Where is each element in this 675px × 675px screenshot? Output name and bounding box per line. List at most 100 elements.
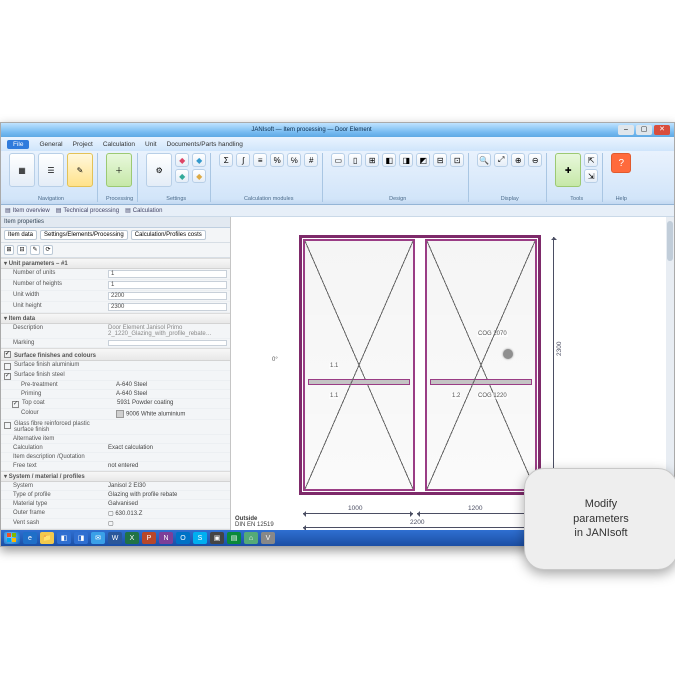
taskbar-app-icon[interactable]: e — [23, 532, 37, 544]
menu-general[interactable]: General — [39, 141, 62, 148]
breadcrumb-item[interactable]: ▤ Calculation — [125, 207, 162, 214]
ribbon-design-icon[interactable]: ◩ — [416, 153, 430, 167]
ribbon-item-overview-icon[interactable]: ▦ — [9, 153, 35, 187]
door-leaf-left[interactable]: 1.1 1.1 — [303, 239, 415, 491]
panel-tab[interactable]: Item data — [4, 230, 37, 240]
prop-value[interactable]: 9006 White aluminium — [116, 410, 227, 418]
panel-tab[interactable]: Calculation/Profiles costs — [131, 230, 206, 240]
menu-calculation[interactable]: Calculation — [103, 141, 135, 148]
ribbon-group-label: Design — [331, 195, 464, 202]
prop-value[interactable]: 2300 — [108, 303, 227, 311]
panel-tab[interactable]: Settings/Elements/Processing — [40, 230, 128, 240]
ribbon-tool-icon[interactable]: ✚ — [555, 153, 581, 187]
prop-value[interactable]: 1 — [108, 281, 227, 289]
section-item-data[interactable]: ▾ Item data — [1, 313, 230, 324]
taskbar-app-icon[interactable]: O — [176, 532, 190, 544]
ribbon-design-icon[interactable]: ▯ — [348, 153, 362, 167]
prop-value[interactable]: not entered — [108, 463, 227, 469]
taskbar-app-icon[interactable]: ✉ — [91, 532, 105, 544]
prop-value[interactable]: ▢ — [108, 520, 227, 527]
panel-tool-icon[interactable]: ⊞ — [4, 245, 14, 255]
menu-documents[interactable]: Documents/Parts handling — [167, 141, 243, 148]
checkbox-icon[interactable] — [4, 422, 11, 429]
ribbon-design-icon[interactable]: ⊡ — [450, 153, 464, 167]
collapse-icon: ▾ — [4, 474, 7, 480]
taskbar-app-icon[interactable]: S — [193, 532, 207, 544]
ribbon-cluster-icon[interactable]: ◆ — [192, 153, 206, 167]
panel-tool-icon[interactable]: ⟳ — [43, 245, 53, 255]
panel-tool-icon[interactable]: ⊟ — [17, 245, 27, 255]
prop-value[interactable]: Galvanised — [108, 501, 227, 507]
section-system[interactable]: ▾ System / material / profiles — [1, 471, 230, 482]
glass-label: 1.1 — [329, 363, 339, 369]
taskbar-app-icon[interactable]: V — [261, 532, 275, 544]
ribbon-calc-icon[interactable]: # — [304, 153, 318, 167]
document-icon: ▤ — [56, 207, 62, 214]
breadcrumb-item[interactable]: ▤ Technical processing — [56, 207, 119, 214]
taskbar-app-icon[interactable]: ▤ — [227, 532, 241, 544]
prop-value[interactable]: Glazing with profile rebate — [108, 492, 227, 498]
ribbon-settings-icon[interactable]: ⚙ — [146, 153, 172, 187]
prop-value[interactable]: A-640 Steel — [116, 391, 227, 397]
ribbon-tool-icon[interactable]: ⇲ — [584, 169, 598, 183]
ribbon-new-item-icon[interactable]: ＋ — [106, 153, 132, 187]
prop-value[interactable]: Exact calculation — [108, 445, 227, 451]
minimize-button[interactable]: – — [618, 125, 634, 135]
close-button[interactable]: ✕ — [654, 125, 670, 135]
checkbox-icon[interactable] — [4, 373, 11, 380]
checkbox-icon[interactable] — [4, 351, 11, 358]
prop-value[interactable] — [108, 340, 227, 346]
ribbon-design-icon[interactable]: ◨ — [399, 153, 413, 167]
breadcrumb-item[interactable]: ▤ Item overview — [5, 207, 50, 214]
section-unit-parameters[interactable]: ▾ Unit parameters – #1 — [1, 258, 230, 269]
ribbon-display-icon[interactable]: ⊖ — [528, 153, 542, 167]
ribbon-design-icon[interactable]: ◧ — [382, 153, 396, 167]
ribbon-design-icon[interactable]: ⊟ — [433, 153, 447, 167]
taskbar-app-icon[interactable]: N — [159, 532, 173, 544]
taskbar-app-icon[interactable]: ◨ — [74, 532, 88, 544]
panel-tool-icon[interactable]: ✎ — [30, 245, 40, 255]
ribbon-item-processing-icon[interactable]: ✎ — [67, 153, 93, 187]
ribbon-tool-icon[interactable]: ⇱ — [584, 153, 598, 167]
scrollbar-thumb[interactable] — [667, 221, 673, 261]
ribbon-calc-icon[interactable]: ≡ — [253, 153, 267, 167]
ribbon-calc-icon[interactable]: ∫ — [236, 153, 250, 167]
taskbar-app-icon[interactable]: X — [125, 532, 139, 544]
start-button[interactable] — [4, 532, 20, 544]
checkbox-icon[interactable] — [4, 363, 11, 370]
prop-value[interactable]: A-640 Steel — [116, 382, 227, 388]
ribbon-calc-icon[interactable]: Σ — [219, 153, 233, 167]
ribbon-display-icon[interactable]: 🔍 — [477, 153, 491, 167]
checkbox-icon[interactable] — [12, 401, 19, 408]
prop-value[interactable]: 1 — [108, 270, 227, 278]
ribbon-calc-icon[interactable]: ℅ — [287, 153, 301, 167]
ribbon-design-icon[interactable]: ⊞ — [365, 153, 379, 167]
menu-unit[interactable]: Unit — [145, 141, 157, 148]
ribbon-cluster-icon[interactable]: ◆ — [175, 169, 189, 183]
taskbar-app-icon[interactable]: W — [108, 532, 122, 544]
section-surface[interactable]: Surface finishes and colours — [1, 348, 230, 361]
door-leaf-right[interactable]: COG 2070 COG 1220 1.2 — [425, 239, 537, 491]
maximize-button[interactable]: ▢ — [636, 125, 652, 135]
ribbon-display-icon[interactable]: ⊕ — [511, 153, 525, 167]
taskbar-app-icon[interactable]: ◧ — [57, 532, 71, 544]
taskbar-app-icon[interactable]: P — [142, 532, 156, 544]
prop-value[interactable]: 5931 Powder coating — [117, 400, 227, 407]
menu-project[interactable]: Project — [73, 141, 93, 148]
ribbon-cluster-icon[interactable]: ◆ — [175, 153, 189, 167]
taskbar-app-icon[interactable]: 📁 — [40, 532, 54, 544]
door-handle — [503, 349, 513, 359]
ribbon-cluster-icon[interactable]: ◆ — [192, 169, 206, 183]
prop-value[interactable]: 2200 — [108, 292, 227, 300]
taskbar-app-icon[interactable]: ⌂ — [244, 532, 258, 544]
ribbon-item-list-icon[interactable]: ☰ — [38, 153, 64, 187]
door-drawing[interactable]: 1.1 1.1 COG 2070 COG 1220 1.2 — [299, 235, 541, 495]
prop-value[interactable]: Janisol 2 EI30 — [108, 483, 227, 489]
ribbon-design-icon[interactable]: ▭ — [331, 153, 345, 167]
prop-value[interactable]: ▢ 630.013.Z — [108, 510, 227, 517]
ribbon-help-icon[interactable]: ? — [611, 153, 631, 173]
ribbon-display-icon[interactable]: ⤢ — [494, 153, 508, 167]
ribbon-calc-icon[interactable]: % — [270, 153, 284, 167]
taskbar-app-icon[interactable]: ▣ — [210, 532, 224, 544]
menu-file[interactable]: File — [7, 140, 29, 149]
